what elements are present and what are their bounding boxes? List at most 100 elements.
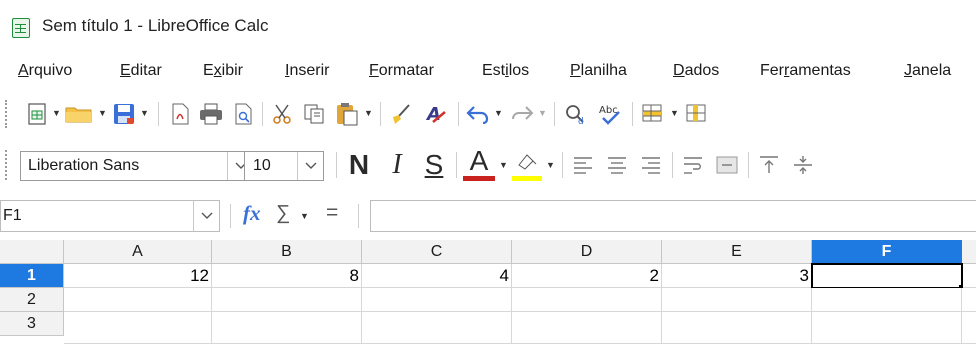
font-size-dropdown-icon[interactable] xyxy=(297,152,323,180)
bold-button[interactable]: N xyxy=(344,148,374,182)
menu-dados[interactable]: Dados xyxy=(673,62,719,80)
column-header-a[interactable]: A xyxy=(64,240,212,264)
cell-e1[interactable]: 3 xyxy=(662,264,812,288)
name-box[interactable]: F1 xyxy=(0,200,220,232)
name-box-dropdown-icon[interactable] xyxy=(193,201,219,231)
cell-a2[interactable] xyxy=(64,288,212,312)
menu-janela[interactable]: Janela xyxy=(904,62,951,80)
cell-g1-partial[interactable] xyxy=(963,264,976,288)
cell-f3[interactable] xyxy=(812,312,962,344)
find-replace-icon[interactable]: d xyxy=(562,102,590,126)
redo-icon[interactable] xyxy=(508,102,536,126)
cell-g3-partial[interactable] xyxy=(962,312,976,344)
column-header-c[interactable]: C xyxy=(362,240,512,264)
align-top-icon[interactable] xyxy=(756,152,782,178)
row-header-3[interactable]: 3 xyxy=(0,312,64,336)
font-size-combobox[interactable]: 10 xyxy=(244,151,324,181)
spelling-icon[interactable]: Abc xyxy=(596,101,624,127)
cell-g2-partial[interactable] xyxy=(962,288,976,312)
merge-center-icon[interactable] xyxy=(714,152,740,178)
window-title: Sem título 1 - LibreOffice Calc xyxy=(42,16,269,35)
formula-bar: F1 fx ∑ ▼ = xyxy=(0,192,976,240)
function-wizard-button[interactable]: fx xyxy=(243,201,261,226)
row-header-1[interactable]: 1 xyxy=(0,264,64,288)
cell-c2[interactable] xyxy=(362,288,512,312)
menu-planilha[interactable]: Planilha xyxy=(570,62,627,80)
row-header-2[interactable]: 2 xyxy=(0,288,64,312)
underline-button[interactable]: S xyxy=(420,148,448,182)
clone-formatting-icon[interactable] xyxy=(388,102,414,126)
toolbar-separator xyxy=(672,152,673,178)
font-color-dropdown-icon[interactable]: ▼ xyxy=(499,160,508,170)
formula-input[interactable] xyxy=(370,200,976,232)
cell-f1-active[interactable] xyxy=(811,263,963,289)
row-icon[interactable] xyxy=(640,102,666,126)
print-preview-icon[interactable] xyxy=(231,102,255,126)
cell-e3[interactable] xyxy=(662,312,812,344)
select-all-corner[interactable] xyxy=(0,240,64,264)
spreadsheet-grid: A B C D E F 1 2 3 12 8 4 2 3 xyxy=(0,240,976,344)
export-pdf-icon[interactable] xyxy=(168,102,192,126)
cell-c1[interactable]: 4 xyxy=(362,264,512,288)
menu-formatar[interactable]: Formatar xyxy=(369,62,434,80)
new-spreadsheet-icon[interactable] xyxy=(26,102,48,126)
cell-d2[interactable] xyxy=(512,288,662,312)
clear-formatting-icon[interactable]: A xyxy=(422,102,450,126)
column-header-d[interactable]: D xyxy=(512,240,662,264)
column-icon[interactable] xyxy=(684,102,708,126)
menu-ferramentas[interactable]: Ferramentas xyxy=(760,62,851,80)
wrap-text-icon[interactable] xyxy=(680,152,706,178)
align-left-icon[interactable] xyxy=(570,152,596,178)
font-name-combobox[interactable]: Liberation Sans xyxy=(20,151,254,181)
highlight-color-icon[interactable] xyxy=(512,150,542,178)
paste-icon[interactable] xyxy=(334,101,360,127)
cell-a1[interactable]: 12 xyxy=(64,264,212,288)
column-header-e[interactable]: E xyxy=(662,240,812,264)
column-header-f[interactable]: F xyxy=(812,240,962,264)
cell-b3[interactable] xyxy=(212,312,362,344)
undo-icon[interactable] xyxy=(464,102,492,126)
align-center-icon[interactable] xyxy=(604,152,630,178)
redo-dropdown-chevron-icon[interactable]: ▼ xyxy=(538,108,547,118)
open-folder-icon[interactable] xyxy=(64,102,94,126)
open-dropdown-chevron-icon[interactable]: ▼ xyxy=(98,108,107,118)
save-dropdown-chevron-icon[interactable]: ▼ xyxy=(140,108,149,118)
font-color-swatch xyxy=(463,176,495,181)
cell-b2[interactable] xyxy=(212,288,362,312)
undo-dropdown-chevron-icon[interactable]: ▼ xyxy=(494,108,503,118)
cell-b1[interactable]: 8 xyxy=(212,264,362,288)
column-header-g-partial[interactable] xyxy=(962,240,976,264)
title-bar: Sem título 1 - LibreOffice Calc xyxy=(0,0,976,54)
new-dropdown-chevron-icon[interactable]: ▼ xyxy=(52,108,61,118)
menu-inserir[interactable]: Inserir xyxy=(285,62,329,80)
column-header-b[interactable]: B xyxy=(212,240,362,264)
print-icon[interactable] xyxy=(198,102,224,126)
align-middle-icon[interactable] xyxy=(790,152,816,178)
row-dropdown-chevron-icon[interactable]: ▼ xyxy=(670,108,679,118)
cut-icon[interactable] xyxy=(270,102,294,126)
formula-equals-button[interactable]: = xyxy=(326,201,338,225)
cell-d3[interactable] xyxy=(512,312,662,344)
cell-d1[interactable]: 2 xyxy=(512,264,662,288)
cell-e2[interactable] xyxy=(662,288,812,312)
toolbar-grip[interactable] xyxy=(5,150,8,180)
menu-editar[interactable]: Editar xyxy=(120,62,162,80)
toolbar-separator xyxy=(562,152,563,178)
toolbar-grip[interactable] xyxy=(5,100,8,128)
menu-exibir[interactable]: Exibir xyxy=(203,62,243,80)
sum-button[interactable]: ∑ xyxy=(276,202,290,225)
copy-icon[interactable] xyxy=(302,102,326,126)
italic-button[interactable]: I xyxy=(384,148,410,182)
paste-dropdown-chevron-icon[interactable]: ▼ xyxy=(364,108,373,118)
menu-arquivo[interactable]: Arquivo xyxy=(18,62,72,80)
cell-f2[interactable] xyxy=(812,288,962,312)
save-icon[interactable] xyxy=(112,102,136,126)
toolbar-separator xyxy=(262,102,263,126)
menu-estilos[interactable]: Estilos xyxy=(482,62,529,80)
align-right-icon[interactable] xyxy=(638,152,664,178)
highlight-dropdown-icon[interactable]: ▼ xyxy=(546,160,555,170)
font-color-button[interactable]: A xyxy=(464,145,494,176)
cell-c3[interactable] xyxy=(362,312,512,344)
sum-dropdown-icon[interactable]: ▼ xyxy=(300,211,309,221)
cell-a3[interactable] xyxy=(64,312,212,344)
